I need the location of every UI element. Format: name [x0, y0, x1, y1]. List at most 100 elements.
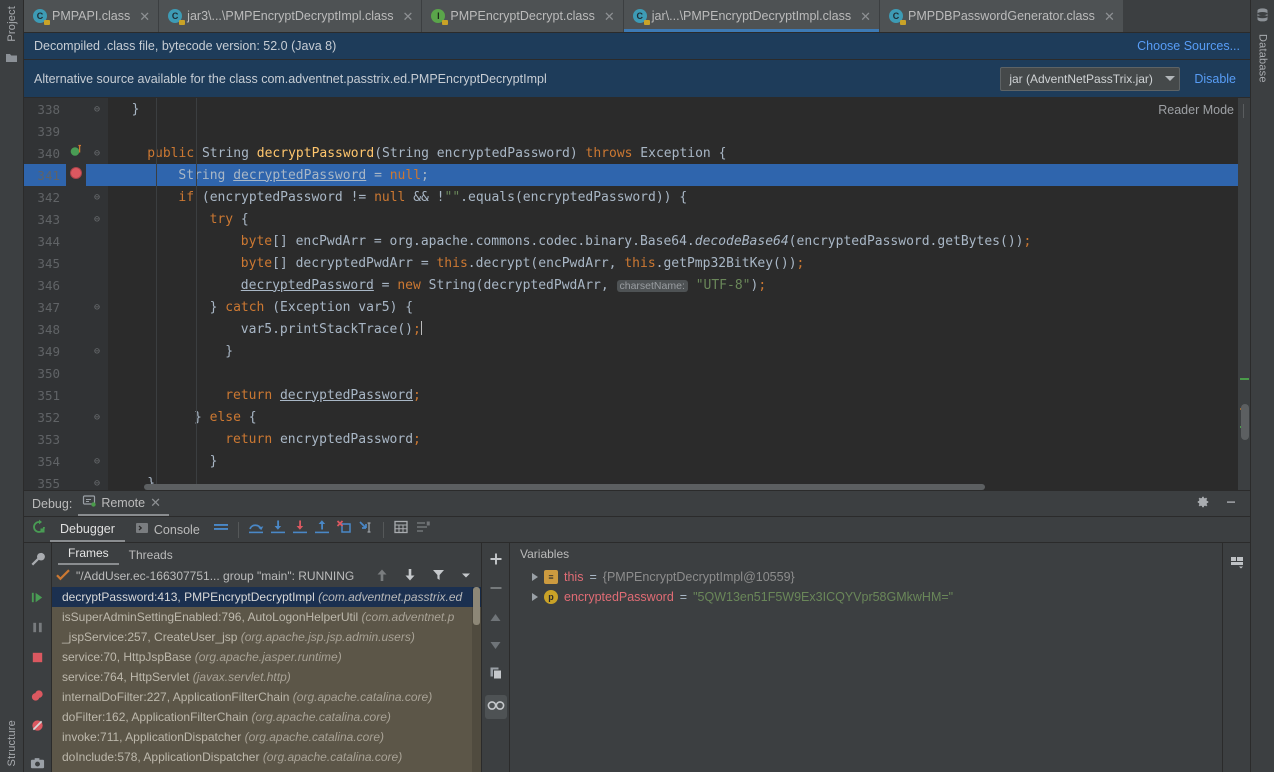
frame-list-item[interactable]: internalDoFilter:227, ApplicationFilterC… [52, 687, 481, 707]
thread-status[interactable]: "/AddUser.ec-166307751... group "main": … [76, 569, 365, 583]
step-out-icon[interactable] [311, 519, 333, 540]
code-line[interactable]: 354 ⊖} [24, 450, 1250, 472]
up-arrow-icon[interactable] [371, 568, 393, 585]
fold-marker[interactable] [86, 318, 108, 340]
rerun-icon[interactable] [28, 519, 50, 540]
frame-list-item[interactable]: decryptPassword:413, PMPEncryptDecryptIm… [52, 587, 481, 607]
filter-icon[interactable] [427, 568, 449, 584]
editor-error-stripe[interactable] [1238, 98, 1250, 490]
run-to-cursor-icon[interactable] [66, 142, 86, 164]
variable-row[interactable]: p encryptedPassword = "5QW13en51F5W9Ex3ICQY… [510, 587, 1222, 607]
variable-row[interactable]: ≡ this = {PMPEncryptDecryptImpl@10559} [510, 567, 1222, 587]
gutter-cell[interactable] [66, 296, 86, 318]
code-line[interactable]: 340 ⊖ public String decryptPassword(String… [24, 142, 1250, 164]
gutter-cell[interactable] [66, 186, 86, 208]
code-line[interactable]: 353 return encryptedPassword; [24, 428, 1250, 450]
fold-marker[interactable]: ⊖ [86, 98, 108, 120]
frame-list-item[interactable]: _jspService:257, CreateUser_jsp (org.apa… [52, 627, 481, 647]
down-icon[interactable] [489, 638, 502, 656]
code-line[interactable]: 339 [24, 120, 1250, 142]
frame-list-item[interactable]: invoke:711, ApplicationDispatcher (org.a… [52, 727, 481, 747]
step-into-icon[interactable] [267, 519, 289, 540]
layout-settings-icon[interactable] [1229, 554, 1245, 575]
run-to-cursor-icon[interactable] [355, 519, 377, 540]
fold-marker[interactable] [86, 164, 108, 186]
pause-icon[interactable] [30, 620, 45, 640]
frames-scrollbar[interactable] [472, 587, 481, 772]
fold-marker[interactable]: ⊖ [86, 296, 108, 318]
up-icon[interactable] [489, 610, 502, 628]
drop-frame-icon[interactable] [333, 519, 355, 540]
minimize-icon[interactable] [1220, 495, 1242, 512]
fold-marker[interactable] [86, 274, 108, 296]
copy-icon[interactable] [489, 666, 503, 685]
sidebar-item-structure[interactable]: Structure [6, 714, 18, 772]
watches-icon[interactable] [484, 695, 507, 719]
gutter-cell[interactable] [66, 340, 86, 362]
fold-marker[interactable]: ⊖ [86, 340, 108, 362]
add-icon[interactable] [489, 552, 503, 571]
editor-tab[interactable]: Cjar\...\PMPEncryptDecryptImpl.class ✕ [623, 0, 881, 32]
down-arrow-icon[interactable] [399, 568, 421, 585]
layout-settings-icon[interactable] [412, 519, 434, 540]
code-line[interactable]: 350 [24, 362, 1250, 384]
gutter-cell[interactable] [66, 384, 86, 406]
code-line[interactable]: 348 var5.printStackTrace(); [24, 318, 1250, 340]
fold-marker[interactable]: ⊖ [86, 186, 108, 208]
variables-list[interactable]: ≡ this = {PMPEncryptDecryptImpl@10559} p encr… [510, 565, 1222, 772]
stop-icon[interactable] [30, 650, 45, 670]
folder-icon[interactable] [5, 51, 18, 67]
code-line[interactable]: 342 ⊖ if (encryptedPassword != null && !""… [24, 186, 1250, 208]
fold-marker[interactable] [86, 362, 108, 384]
gutter-cell[interactable] [66, 318, 86, 340]
code-line[interactable]: 345 byte[] decryptedPwdArr = this.decrypt… [24, 252, 1250, 274]
chevron-right-icon[interactable] [532, 573, 538, 581]
sidebar-item-database[interactable]: Database [1257, 28, 1269, 89]
frames-list[interactable]: decryptPassword:413, PMPEncryptDecryptIm… [52, 587, 481, 772]
wrench-icon[interactable] [30, 552, 45, 572]
screenshot-icon[interactable] [30, 756, 45, 772]
code-line[interactable]: 351 return decryptedPassword; [24, 384, 1250, 406]
gutter-cell[interactable] [66, 472, 86, 490]
fold-marker[interactable] [86, 252, 108, 274]
frame-list-item[interactable]: service:70, HttpJspBase (org.apache.jasp… [52, 647, 481, 667]
evaluate-expression-icon[interactable] [390, 519, 412, 540]
gear-icon[interactable] [1192, 495, 1214, 512]
chevron-right-icon[interactable] [532, 593, 538, 601]
fold-marker[interactable]: ⊖ [86, 406, 108, 428]
tab-debugger[interactable]: Debugger [50, 518, 125, 542]
gutter-cell[interactable] [66, 230, 86, 252]
gutter-cell[interactable] [66, 274, 86, 296]
debug-session-tab[interactable]: Remote ✕ [78, 491, 169, 516]
code-line[interactable]: 343 ⊖ try { [24, 208, 1250, 230]
breakpoint-icon[interactable] [66, 164, 86, 186]
editor-tab[interactable]: C PMPAPI.class ✕ [24, 0, 160, 32]
show-execution-point-icon[interactable] [210, 519, 232, 540]
step-over-icon[interactable] [245, 519, 267, 540]
remove-icon[interactable] [489, 581, 503, 600]
choose-sources-link[interactable]: Choose Sources... [1137, 39, 1240, 53]
editor-tab[interactable]: C PMPDBPasswordGenerator.class ✕ [880, 0, 1124, 32]
fold-marker[interactable] [86, 120, 108, 142]
code-line[interactable]: 347 ⊖} catch (Exception var5) { [24, 296, 1250, 318]
code-line[interactable]: 352 ⊖} else { [24, 406, 1250, 428]
code-line[interactable]: 349 ⊖} [24, 340, 1250, 362]
close-icon[interactable]: ✕ [1104, 10, 1115, 23]
sidebar-item-project[interactable]: Project [6, 0, 18, 48]
editor-vertical-scrollbar-thumb[interactable] [1241, 404, 1249, 440]
tab-threads[interactable]: Threads [119, 546, 183, 565]
editor-tab[interactable]: I PMPEncryptDecrypt.class ✕ [422, 0, 624, 32]
mute-breakpoints-icon[interactable] [30, 718, 45, 738]
gutter-cell[interactable] [66, 428, 86, 450]
close-icon[interactable]: ✕ [402, 10, 413, 23]
source-select[interactable]: jar (AdventNetPassTrix.jar) [1000, 66, 1181, 91]
code-editor[interactable]: Reader Mode 338 ⊖} 339 340 ⊖ public String de… [24, 98, 1250, 490]
gutter-cell[interactable] [66, 252, 86, 274]
gutter-cell[interactable] [66, 406, 86, 428]
tab-console[interactable]: Console [125, 517, 210, 542]
gutter-cell[interactable] [66, 208, 86, 230]
tab-frames[interactable]: Frames [58, 544, 119, 565]
fold-marker[interactable]: ⊖ [86, 142, 108, 164]
gutter-cell[interactable] [66, 362, 86, 384]
close-icon[interactable]: ✕ [604, 10, 615, 23]
